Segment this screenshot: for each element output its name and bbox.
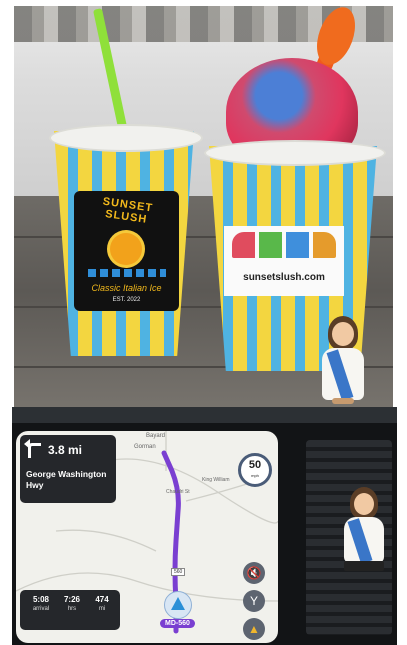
est-text: EST. 2022 xyxy=(112,297,141,303)
dashboard-jesus-figurine xyxy=(336,487,390,573)
place-label-bayard: Bayard xyxy=(146,433,166,439)
speed-limit-sign: 50 mph xyxy=(238,453,272,487)
dashboard-trim xyxy=(12,407,397,423)
sunsetslush-label: sunsetslush.com xyxy=(224,226,344,296)
route-shield-small: 560 xyxy=(171,568,186,576)
remaining-distance-label: mi xyxy=(98,606,106,612)
duration-label: hrs xyxy=(67,606,77,612)
arrow-head xyxy=(24,439,30,449)
place-label-chaudri: Chaudri St xyxy=(166,489,190,495)
url-text: sunsetslush.com xyxy=(243,272,325,283)
speed-limit-unit: mph xyxy=(251,473,259,478)
place-label-king-william: King William xyxy=(202,477,230,483)
arrival-label: arrival xyxy=(32,606,50,612)
eta-card[interactable]: 5:08 arrival 7:26 hrs 474 mi xyxy=(20,590,120,630)
right-cup-lid xyxy=(204,140,386,166)
arrival-time: 5:08 xyxy=(32,595,49,604)
report-button[interactable]: ▲ xyxy=(243,618,265,640)
warning-icon: ▲ xyxy=(248,622,260,636)
slush-photo: SUNSET SLUSH Classic Italian Ice EST. 20… xyxy=(14,6,393,408)
jesus-figurine xyxy=(314,316,372,404)
fork-icon: Y xyxy=(249,594,258,608)
maneuver-card[interactable]: 3.8 mi George Washington Hwy xyxy=(20,435,116,503)
route-overview-button[interactable]: Y xyxy=(243,590,265,612)
duration-value: 7:26 xyxy=(63,595,80,604)
speed-limit-value: 50 xyxy=(248,459,262,471)
maneuver-distance: 3.8 mi xyxy=(48,443,83,457)
subtitle-text: Classic Italian Ice xyxy=(91,283,162,293)
sunset-slush-label: SUNSET SLUSH Classic Italian Ice EST. 20… xyxy=(74,191,179,311)
remaining-distance: 474 xyxy=(95,595,109,604)
left-cup-lid xyxy=(49,124,203,152)
speaker-mute-icon: 🔇 xyxy=(246,566,262,580)
current-position-icon xyxy=(164,591,192,619)
brand-text: SUNSET SLUSH xyxy=(101,195,154,226)
wave-icon xyxy=(88,269,166,277)
place-label-gorman: Gorman xyxy=(134,444,156,450)
maneuver-street: George Washington Hwy xyxy=(26,469,107,490)
route-shield-label: MD-560 xyxy=(160,619,195,628)
sun-icon xyxy=(110,233,142,265)
mute-button[interactable]: 🔇 xyxy=(243,562,265,584)
ice-cups-icon xyxy=(232,232,336,258)
